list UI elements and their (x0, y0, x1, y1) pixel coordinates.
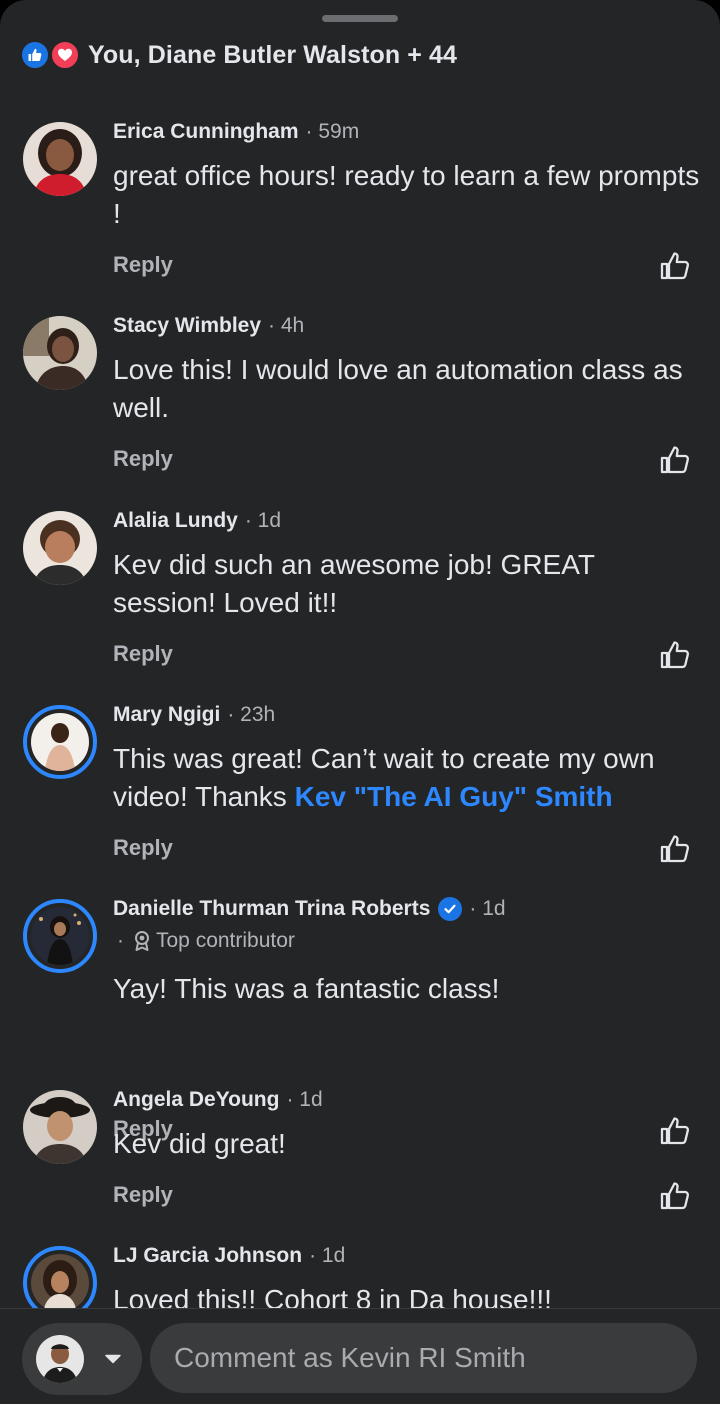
thumbs-up-outline-icon (660, 446, 690, 474)
comment-text: Kev did great! (113, 1128, 286, 1159)
avatar[interactable] (23, 316, 97, 390)
thumbs-up-outline-icon (660, 641, 690, 669)
drag-handle[interactable] (322, 15, 398, 22)
comment-time: · 1d (469, 897, 506, 920)
separator-dot: · (117, 929, 124, 952)
author-name[interactable]: Erica Cunningham (113, 120, 299, 144)
comment-time: · 1d (286, 1088, 323, 1111)
author-name[interactable]: Mary Ngigi (113, 703, 220, 727)
reactions-summary[interactable]: You, Diane Butler Walston + 44 (20, 38, 457, 72)
avatar[interactable] (23, 511, 97, 585)
like-reaction-icon (20, 40, 50, 70)
comment-item: LJ Garcia Johnson · 1d Loved this!! Coho… (0, 1214, 720, 1308)
author-name[interactable]: Alalia Lundy (113, 509, 238, 533)
comment-meta: Stacy Wimbley · 4h (113, 314, 304, 338)
comment-item: Alalia Lundy · 1d Kev did such an awesom… (0, 479, 720, 673)
comment-text: Loved this!! Cohort 8 in Da house!!! (113, 1284, 552, 1308)
comment-meta: Angela DeYoung · 1d (113, 1088, 323, 1112)
comment-composer (0, 1308, 720, 1404)
top-contributor-text: Top contributor (156, 929, 295, 952)
comments-sheet: You, Diane Butler Walston + 44 Erica Cun… (0, 0, 720, 1404)
author-name[interactable]: Stacy Wimbley (113, 314, 261, 338)
comment-list: Erica Cunningham · 59m great office hour… (0, 90, 720, 1308)
like-button[interactable] (659, 639, 691, 671)
reply-button[interactable]: Reply (113, 835, 173, 861)
reply-button[interactable]: Reply (113, 446, 173, 472)
comment-item: Erica Cunningham · 59m great office hour… (0, 90, 720, 284)
thumbs-up-outline-icon (660, 835, 690, 863)
reaction-icons (20, 39, 82, 71)
reply-button[interactable]: Reply (113, 252, 173, 278)
profile-avatar (36, 1335, 84, 1383)
verified-badge-icon (438, 897, 463, 921)
caret-down-icon (104, 1353, 122, 1365)
comment-text: Love this! I would love an automation cl… (113, 354, 683, 423)
comment-time: · 59m (305, 120, 360, 143)
like-button[interactable] (659, 833, 691, 865)
mention-link[interactable]: Kev "The AI Guy" Smith (295, 781, 613, 812)
avatar[interactable] (23, 1090, 97, 1164)
comment-meta: LJ Garcia Johnson · 1d (113, 1244, 345, 1268)
author-name[interactable]: Angela DeYoung (113, 1088, 279, 1112)
thumbs-up-outline-icon (660, 1182, 690, 1210)
comment-item: Angela DeYoung · 1d Kev did great! Reply (0, 1058, 720, 1214)
comment-meta: Erica Cunningham · 59m (113, 120, 359, 144)
like-button[interactable] (659, 250, 691, 282)
comment-time: · 1d (309, 1244, 346, 1267)
profile-switcher[interactable] (22, 1323, 142, 1395)
comment-time: · 4h (268, 314, 305, 337)
comment-meta: Mary Ngigi · 23h (113, 703, 275, 727)
comment-input[interactable] (150, 1323, 697, 1393)
comment-meta: Danielle Thurman Trina Roberts · 1d (113, 897, 506, 921)
thumbs-up-outline-icon (660, 252, 690, 280)
top-contributor-badge-icon (132, 930, 152, 952)
avatar[interactable] (23, 1246, 97, 1308)
comment-meta: Alalia Lundy · 1d (113, 509, 281, 533)
comment-time: · 23h (227, 703, 276, 726)
avatar[interactable] (23, 899, 97, 973)
comment-text: Yay! This was a fantastic class! (113, 973, 500, 1004)
comment-item: Stacy Wimbley · 4h Love this! I would lo… (0, 284, 720, 479)
comment-text: This was great! Can’t wait to create my … (113, 740, 703, 816)
comment-text: great office hours! ready to learn a few… (113, 160, 700, 229)
author-name[interactable]: Danielle Thurman Trina Roberts (113, 897, 430, 921)
avatar[interactable] (23, 122, 97, 196)
comment-time: · 1d (244, 509, 282, 532)
comment-item: Mary Ngigi · 23h This was great! Can’t w… (0, 673, 720, 867)
comment-item: Danielle Thurman Trina Roberts · 1d · To… (0, 867, 720, 1145)
avatar[interactable] (23, 705, 97, 779)
author-name[interactable]: LJ Garcia Johnson (113, 1244, 302, 1268)
top-contributor-row: · Top contributor (117, 929, 295, 953)
reactions-count-text: You, Diane Butler Walston + 44 (88, 40, 458, 69)
like-button[interactable] (659, 1180, 691, 1212)
reply-button[interactable]: Reply (113, 1182, 173, 1208)
comment-text: Kev did such an awesome job! GREAT sessi… (113, 549, 595, 618)
like-button[interactable] (659, 444, 691, 476)
reply-button[interactable]: Reply (113, 641, 173, 667)
love-reaction-icon (50, 40, 80, 70)
